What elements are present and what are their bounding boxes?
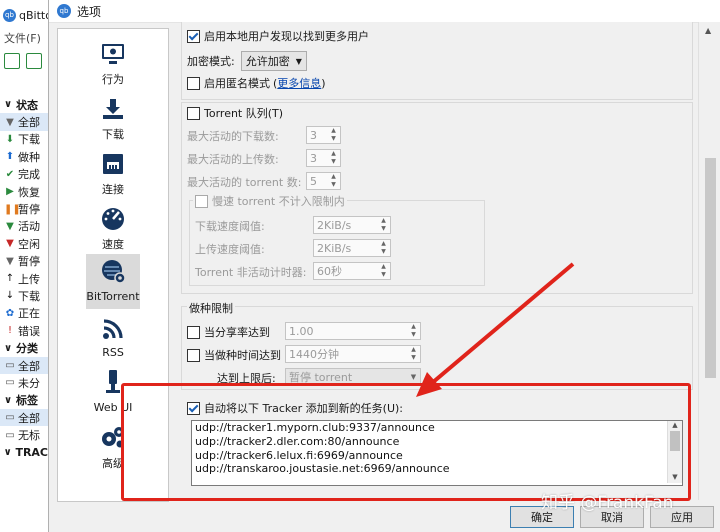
watermark: 知乎 @FrankFan	[541, 493, 674, 513]
annotation-arrow-icon	[416, 262, 575, 397]
